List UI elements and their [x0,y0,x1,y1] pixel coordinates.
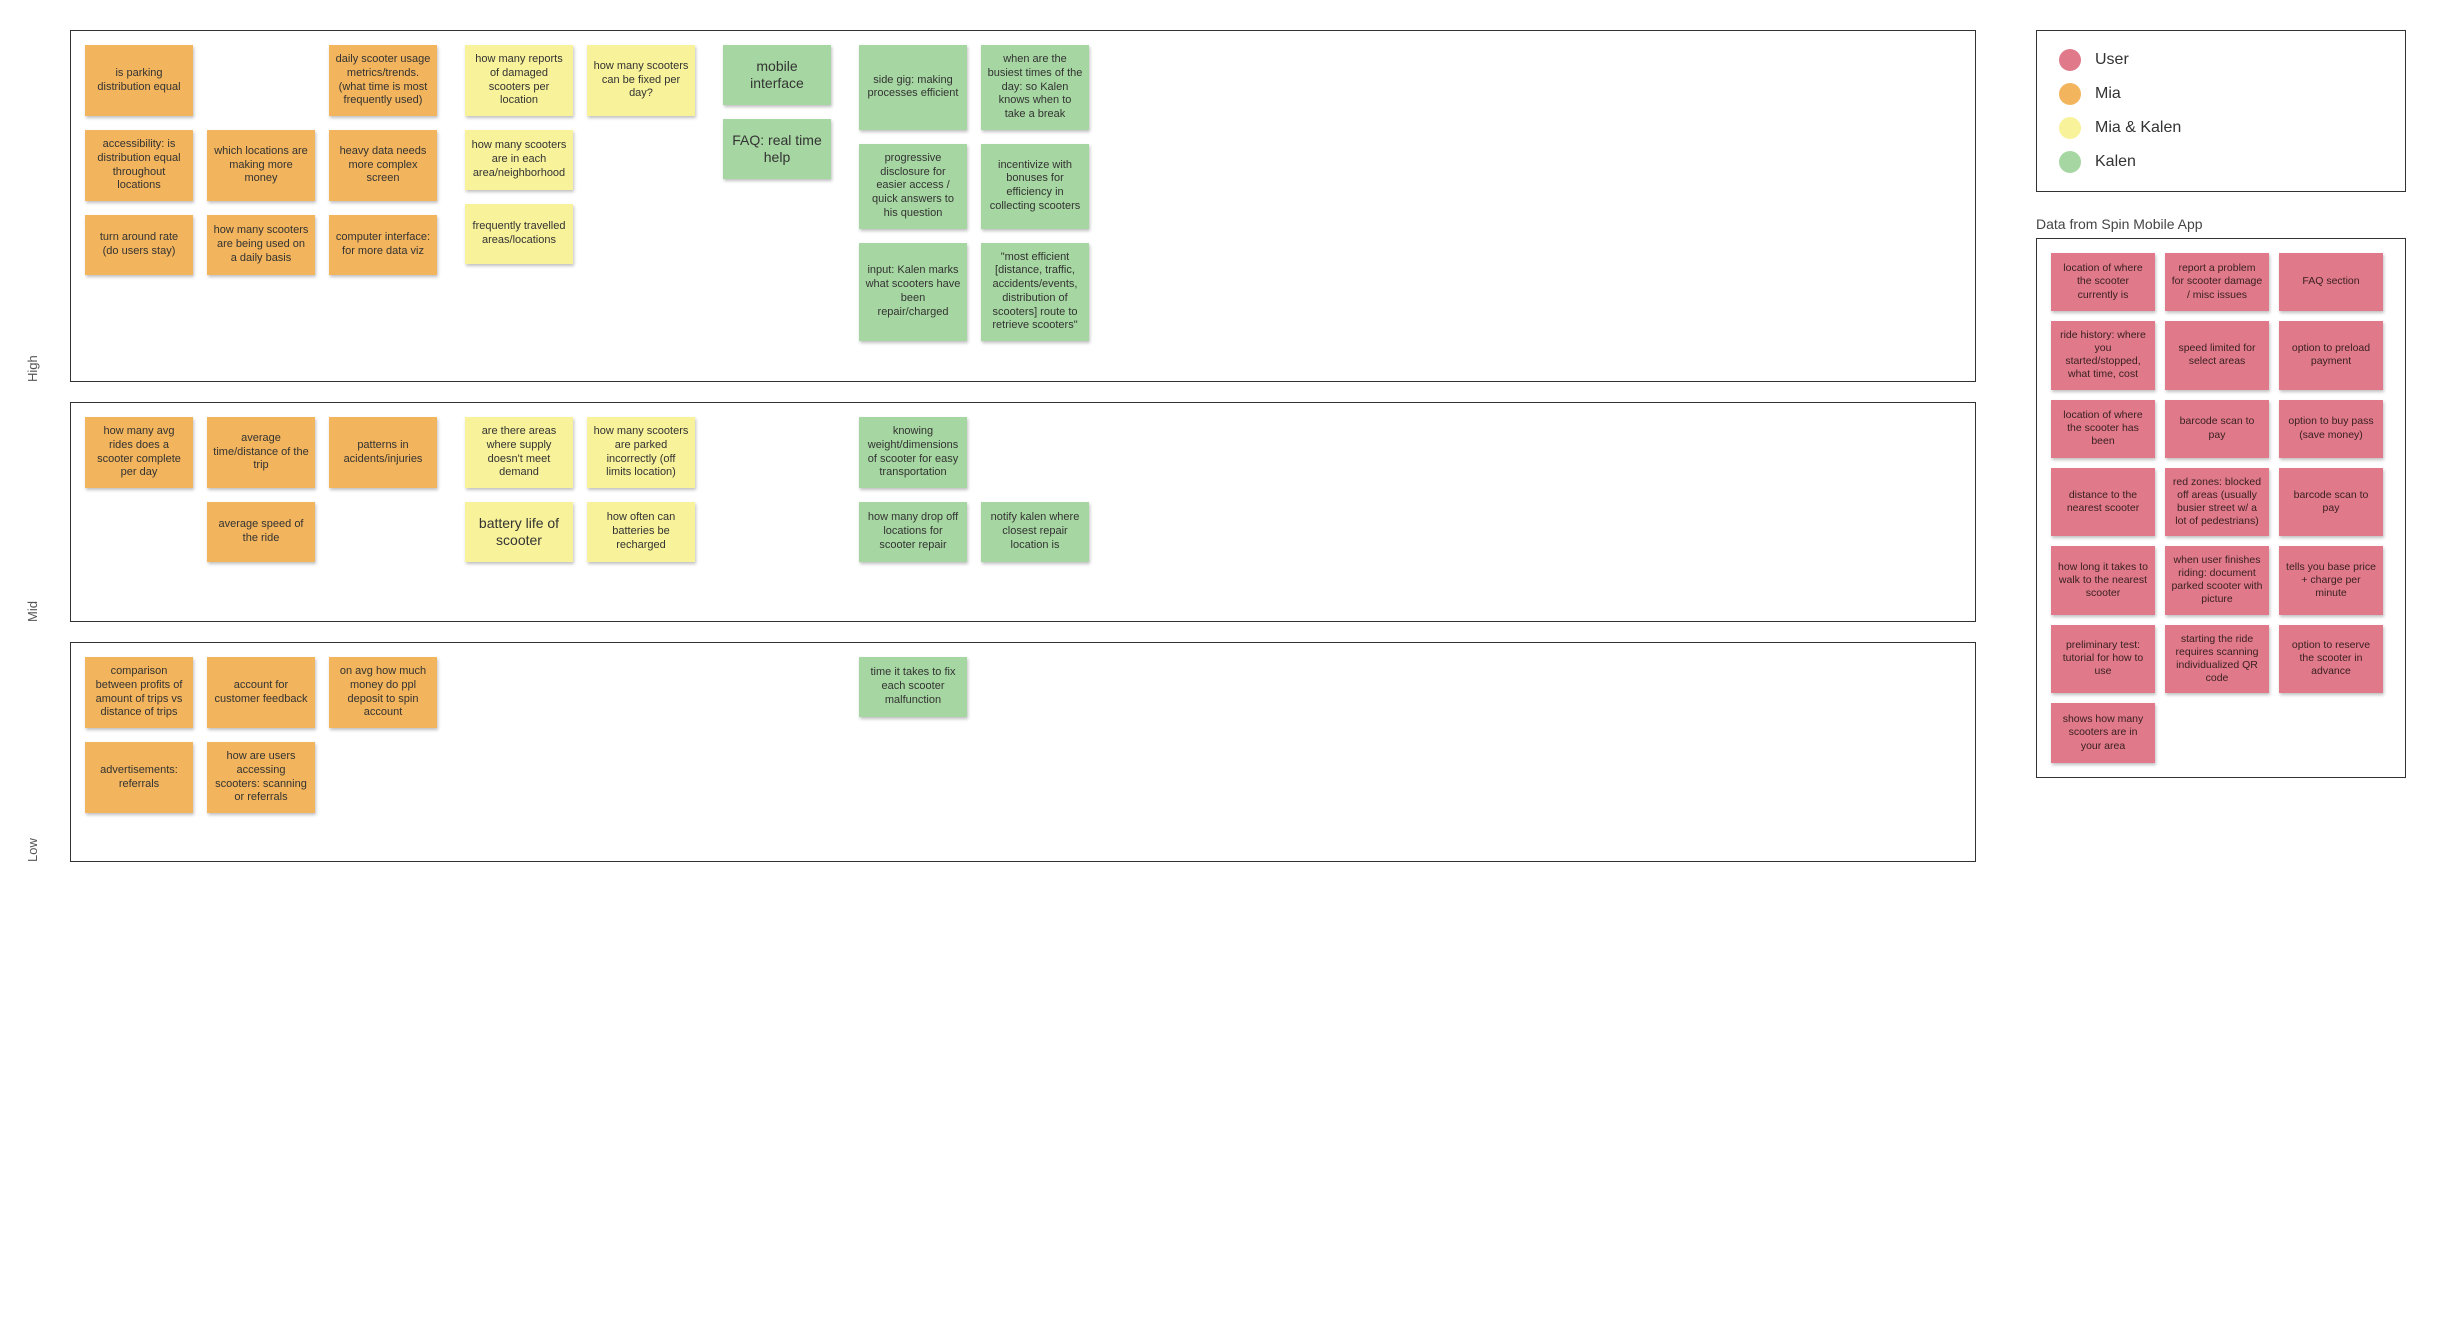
sticky-note[interactable]: ride history: where you started/stopped,… [2051,321,2155,390]
sticky-note[interactable]: distance to the nearest scooter [2051,468,2155,537]
right-column: User Mia Mia & Kalen Kalen Data from Spi… [2036,30,2406,778]
low-mia-col: comparison between profits of amount of … [85,657,437,813]
sticky-note[interactable]: account for customer feedback [207,657,315,728]
sticky-note[interactable]: how many scooters can be fixed per day? [587,45,695,116]
priority-section-mid: Mid how many avg rides does a scooter co… [40,402,1976,622]
sticky-note[interactable]: how often can batteries be recharged [587,502,695,562]
sticky-note[interactable]: how many drop off locations for scooter … [859,502,967,562]
sticky-note[interactable]: FAQ section [2279,253,2383,311]
side-panel-box: location of where the scooter currently … [2036,238,2406,778]
sticky-note[interactable]: how many scooters are parked incorrectly… [587,417,695,488]
sticky-note[interactable]: frequently travelled areas/locations [465,204,573,264]
sticky-note[interactable]: "most efficient [distance, traffic, acci… [981,243,1089,342]
sticky-note[interactable]: report a problem for scooter damage / mi… [2165,253,2269,311]
sticky-note[interactable]: shows how many scooters are in your area [2051,703,2155,763]
sticky-note[interactable]: tells you base price + charge per minute [2279,546,2383,615]
sticky-note[interactable]: notify kalen where closest repair locati… [981,502,1089,562]
sticky-note[interactable]: option to preload payment [2279,321,2383,390]
sticky-note[interactable]: mobile interface [723,45,831,105]
swatch-both [2059,117,2081,139]
sticky-note[interactable]: speed limited for select areas [2165,321,2269,390]
sticky-note[interactable]: daily scooter usage metrics/trends. (wha… [329,45,437,116]
sticky-note[interactable]: battery life of scooter [465,502,573,562]
sticky-note[interactable]: how many reports of damaged scooters per… [465,45,573,116]
legend-row-both: Mia & Kalen [2059,117,2383,139]
swatch-kalen [2059,151,2081,173]
legend-label: Mia [2095,85,2121,103]
legend-row-user: User [2059,49,2383,71]
priority-label-high: High [25,355,40,382]
sticky-note[interactable]: option to buy pass (save money) [2279,400,2383,458]
legend-row-kalen: Kalen [2059,151,2383,173]
sticky-note[interactable]: is parking distribution equal [85,45,193,116]
swatch-user [2059,49,2081,71]
sticky-note[interactable]: advertisements: referrals [85,742,193,813]
sticky-note[interactable]: on avg how much money do ppl deposit to … [329,657,437,728]
sticky-note[interactable]: location of where the scooter has been [2051,400,2155,458]
mid-kalen-col: knowing weight/dimensions of scooter for… [859,417,1089,562]
sticky-note[interactable]: when are the busiest times of the day: s… [981,45,1089,130]
side-panel-title: Data from Spin Mobile App [2036,216,2406,232]
sticky-note[interactable]: patterns in acidents/injuries [329,417,437,488]
sticky-note[interactable]: average speed of the ride [207,502,315,562]
legend-box: User Mia Mia & Kalen Kalen [2036,30,2406,192]
sticky-note[interactable]: how many scooters are in each area/neigh… [465,130,573,190]
sticky-note[interactable]: heavy data needs more complex screen [329,130,437,201]
sticky-note[interactable]: starting the ride requires scanning indi… [2165,625,2269,694]
sticky-note[interactable]: side gig: making processes efficient [859,45,967,130]
sticky-note[interactable]: barcode scan to pay [2165,400,2269,458]
sticky-note[interactable]: how many avg rides does a scooter comple… [85,417,193,488]
priority-column: High is parking distribution equal daily… [40,30,1976,862]
priority-section-high: High is parking distribution equal daily… [40,30,1976,382]
sticky-note[interactable]: red zones: blocked off areas (usually bu… [2165,468,2269,537]
sticky-note[interactable]: average time/distance of the trip [207,417,315,488]
priority-section-low: Low comparison between profits of amount… [40,642,1976,862]
sticky-note[interactable]: preliminary test: tutorial for how to us… [2051,625,2155,694]
canvas: High is parking distribution equal daily… [40,30,2406,862]
priority-box-high: is parking distribution equal daily scoo… [70,30,1976,382]
low-kalen-col: time it takes to fix each scooter malfun… [859,657,1089,717]
sticky-note[interactable]: accessibility: is distribution equal thr… [85,130,193,201]
legend-label: Kalen [2095,153,2136,171]
sticky-note[interactable]: input: Kalen marks what scooters have be… [859,243,967,342]
sticky-note[interactable]: comparison between profits of amount of … [85,657,193,728]
sticky-note[interactable]: barcode scan to pay [2279,468,2383,537]
sticky-note[interactable]: when user finishes riding: document park… [2165,546,2269,615]
sticky-note[interactable]: knowing weight/dimensions of scooter for… [859,417,967,488]
swatch-mia [2059,83,2081,105]
mid-gap-col [723,417,831,477]
high-kalen-col: side gig: making processes efficient whe… [859,45,1089,341]
sticky-note[interactable]: time it takes to fix each scooter malfun… [859,657,967,717]
high-both-col: how many reports of damaged scooters per… [465,45,695,264]
priority-label-low: Low [25,838,40,862]
sticky-note[interactable]: turn around rate (do users stay) [85,215,193,275]
user-data-grid: location of where the scooter currently … [2051,253,2391,763]
sticky-note[interactable]: how long it takes to walk to the nearest… [2051,546,2155,615]
sticky-note[interactable]: which locations are making more money [207,130,315,201]
high-kalen-left-col: mobile interface FAQ: real time help [723,45,831,179]
sticky-note[interactable]: computer interface: for more data viz [329,215,437,275]
mid-both-col: are there areas where supply doesn't mee… [465,417,695,562]
legend-label: Mia & Kalen [2095,119,2181,137]
legend-label: User [2095,51,2129,69]
mid-mia-col: how many avg rides does a scooter comple… [85,417,437,562]
sticky-note[interactable]: location of where the scooter currently … [2051,253,2155,311]
sticky-note[interactable]: how are users accessing scooters: scanni… [207,742,315,813]
low-gap2-col [723,657,831,717]
sticky-note[interactable]: progressive disclosure for easier access… [859,144,967,229]
side-panel: Data from Spin Mobile App location of wh… [2036,216,2406,778]
sticky-note[interactable]: are there areas where supply doesn't mee… [465,417,573,488]
priority-label-mid: Mid [25,601,40,622]
sticky-note[interactable]: incentivize with bonuses for efficiency … [981,144,1089,229]
sticky-note[interactable]: how many scooters are being used on a da… [207,215,315,275]
sticky-note[interactable]: option to reserve the scooter in advance [2279,625,2383,694]
priority-box-low: comparison between profits of amount of … [70,642,1976,862]
low-gap1-col [465,657,695,717]
priority-box-mid: how many avg rides does a scooter comple… [70,402,1976,622]
high-mia-col: is parking distribution equal daily scoo… [85,45,437,275]
legend-row-mia: Mia [2059,83,2383,105]
sticky-note[interactable]: FAQ: real time help [723,119,831,179]
